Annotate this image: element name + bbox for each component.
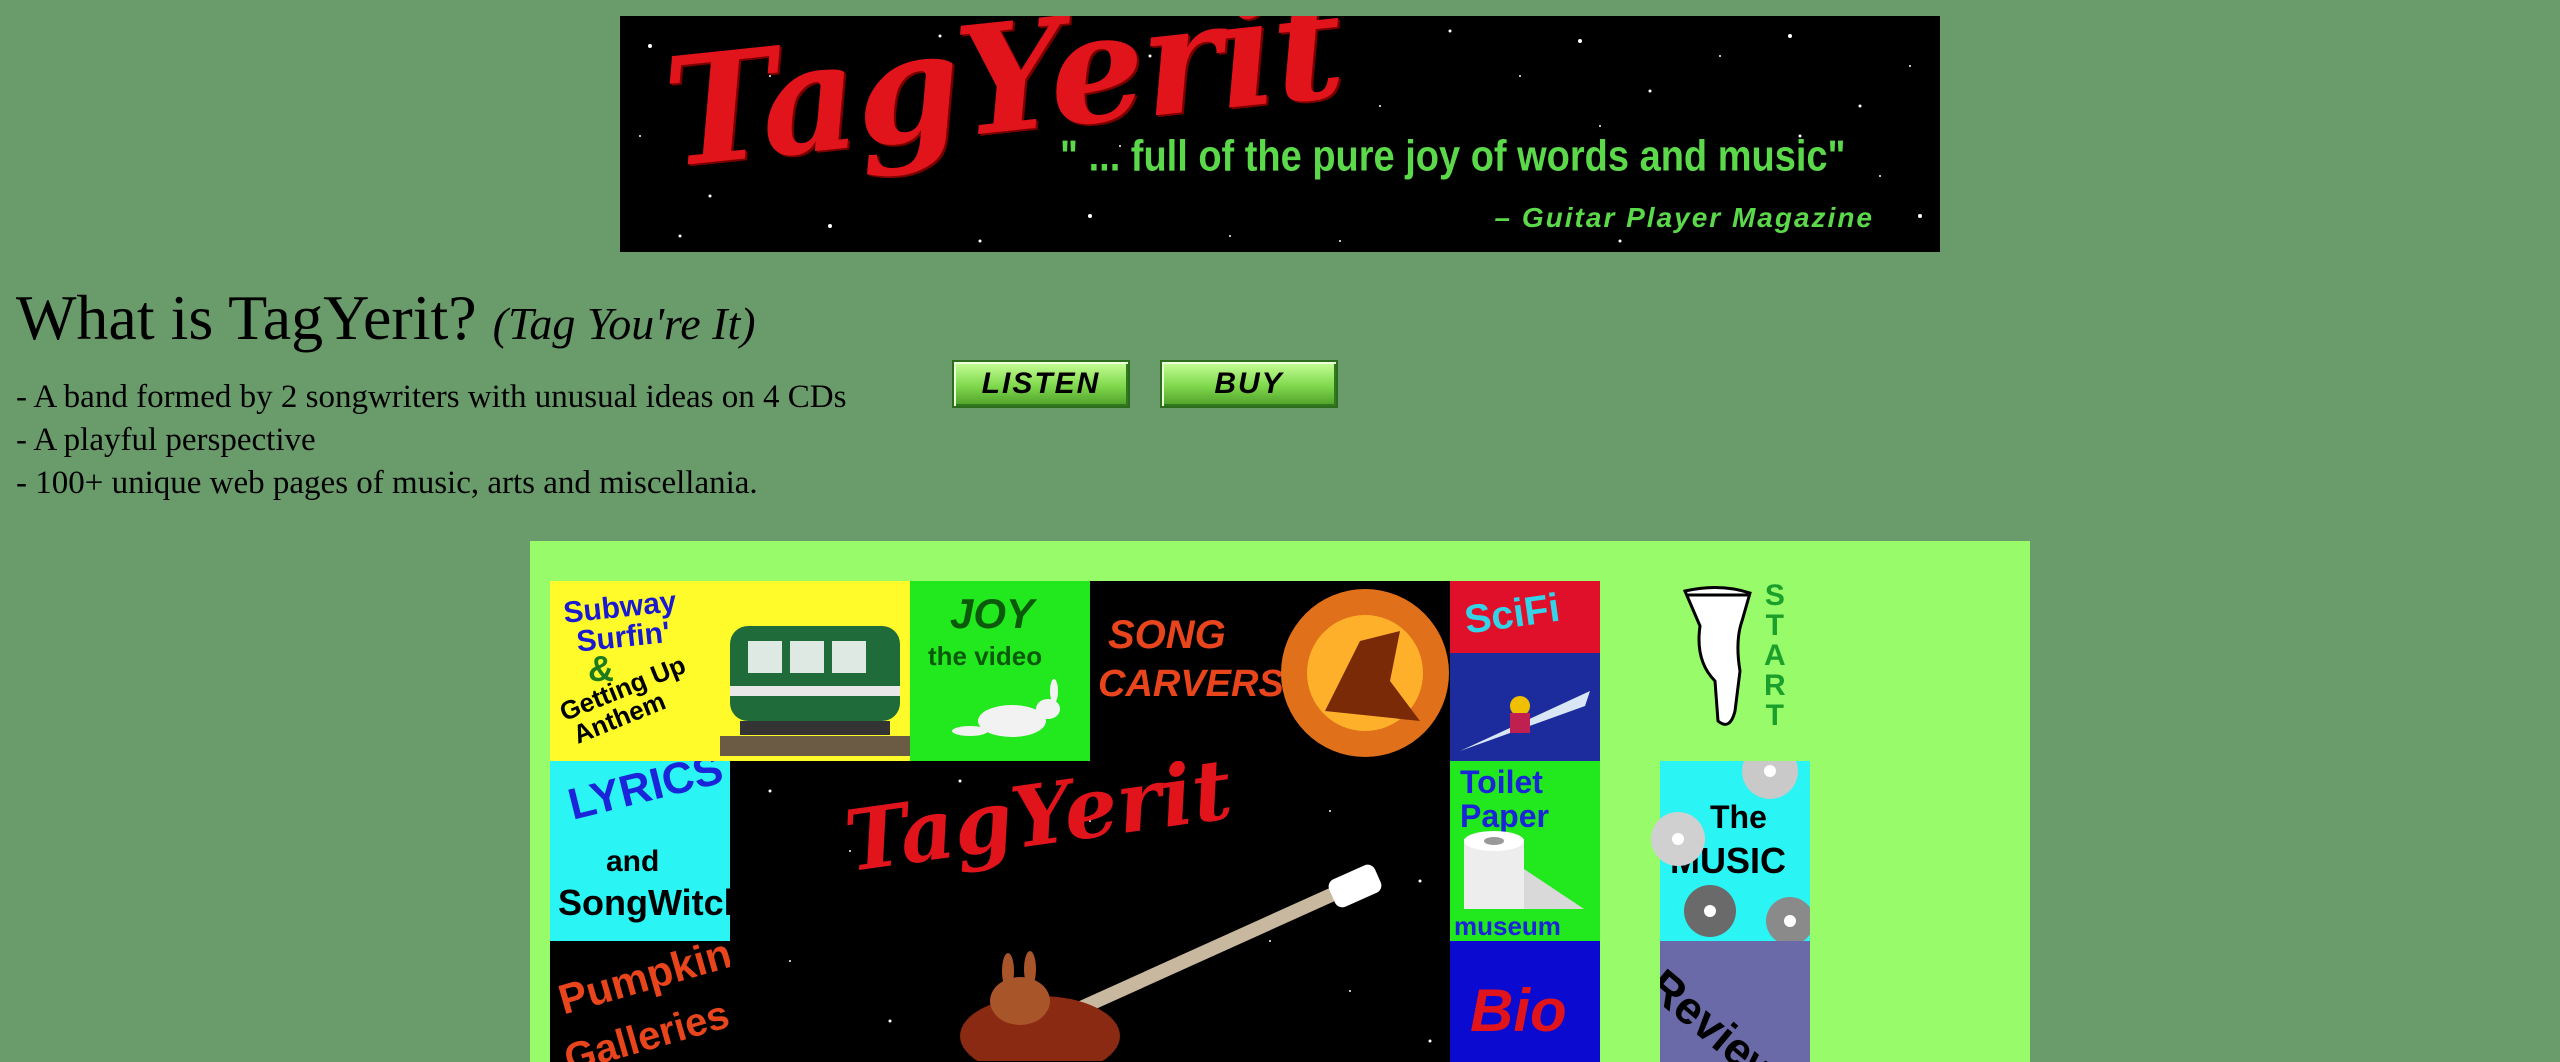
buy-button[interactable]: BUY: [1160, 360, 1338, 408]
reviews-label: Reviews: [1660, 958, 1810, 1062]
tile-reviews[interactable]: Reviews: [1660, 941, 1810, 1062]
carved-pumpkin-icon: [1281, 589, 1449, 757]
intro-list: - A band formed by 2 songwriters with un…: [16, 376, 846, 505]
songwitch-label: SongWitch: [558, 882, 730, 923]
start-letter: S: [1764, 581, 1785, 612]
toilet-roll-icon: [1464, 831, 1584, 909]
tile-lyrics-songwitch[interactable]: LYRICS and SongWitch: [550, 761, 730, 941]
tile-pumpkin-galleries[interactable]: Pumpkin Galleries: [550, 941, 730, 1062]
rocket-rider-icon: [1460, 691, 1590, 751]
page-title-main: What is TagYerit?: [16, 282, 477, 353]
rabbit-guitar-icon: [960, 864, 1382, 1061]
bio-label: Bio: [1470, 977, 1567, 1044]
tile-bio[interactable]: Bio: [1450, 941, 1600, 1062]
listen-button[interactable]: LISTEN: [952, 360, 1130, 408]
tile-toilet-paper-museum[interactable]: Toilet Paper museum: [1450, 761, 1600, 941]
header-banner: TagYerit " ... full of the pure joy of w…: [620, 16, 1940, 252]
tile-song-carvers[interactable]: SONG CARVERS: [1090, 581, 1450, 761]
joy-subtitle: the video: [928, 641, 1043, 671]
navigation-image-map: Subway Surfin' & Getting Up Anthem JOY t…: [530, 541, 2030, 1062]
tile-tagyerit-center[interactable]: TagYerit: [730, 761, 1450, 1062]
banner-quote-source: – Guitar Player Magazine: [1494, 202, 1874, 233]
intro-item: - 100+ unique web pages of music, arts a…: [16, 465, 758, 501]
start-letter: T: [1765, 699, 1784, 732]
banner-quote: " ... full of the pure joy of words and …: [1060, 132, 1846, 182]
intro-item: - A playful perspective: [16, 422, 316, 458]
page-title-subtitle: (Tag You're It): [492, 298, 756, 349]
toilet-paper-museum: museum: [1454, 911, 1561, 941]
pointing-hand-icon: [1682, 585, 1752, 726]
tile-start[interactable]: S T A R T: [1680, 581, 1800, 751]
page-title: What is TagYerit? (Tag You're It): [16, 282, 756, 360]
tile-joy-video[interactable]: JOY the video: [910, 581, 1090, 761]
streetcar-icon: [720, 626, 910, 756]
song-carvers-line-2: CARVERS: [1098, 663, 1284, 705]
song-carvers-line-1: SONG: [1108, 613, 1226, 657]
start-letter: T: [1765, 609, 1784, 642]
lyrics-and: and: [606, 845, 660, 878]
the-music-line-1: The: [1710, 799, 1767, 835]
joy-title: JOY: [950, 590, 1035, 637]
intro-item: - A band formed by 2 songwriters with un…: [16, 379, 847, 415]
floating-cd-icon: [1651, 812, 1705, 866]
start-letter: R: [1764, 669, 1786, 702]
rabbit-icon: [952, 679, 1060, 737]
lyrics-label: LYRICS: [563, 761, 728, 830]
toilet-paper-line-2: Paper: [1460, 798, 1549, 834]
start-letter: A: [1764, 639, 1786, 672]
scifi-label: SciFi: [1461, 585, 1563, 643]
tile-scifi[interactable]: SciFi: [1450, 581, 1600, 761]
tile-subway-surfin[interactable]: Subway Surfin' & Getting Up Anthem: [550, 581, 910, 761]
toilet-paper-line-1: Toilet: [1460, 764, 1543, 800]
